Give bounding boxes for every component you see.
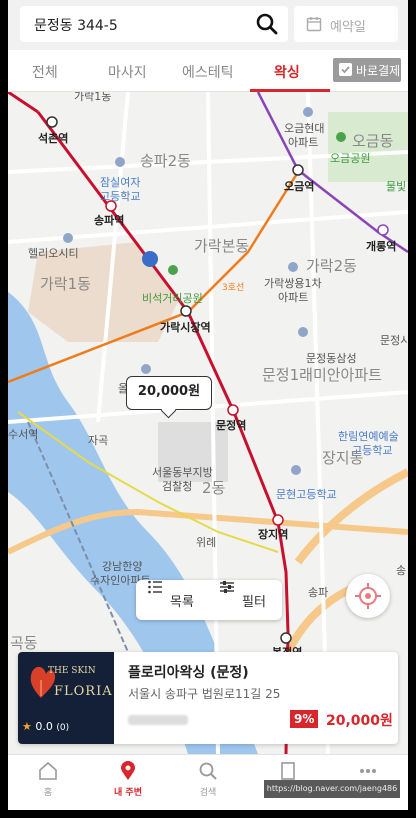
map-label: 가락1동 [74, 92, 112, 103]
map-label-station: 석촌역 [38, 132, 69, 145]
nav-home[interactable]: 홈 [18, 761, 78, 798]
document-icon [281, 762, 295, 780]
subway-line-gyeongui [8, 92, 39, 114]
map-label-station: 문정역 [216, 419, 247, 432]
map-label-district: 오금동 [352, 132, 394, 150]
map-label-station: 송파역 [94, 214, 125, 227]
instant-pay-toggle[interactable]: 바로결제 [333, 58, 401, 82]
map-label-ic: 위례 [196, 536, 217, 549]
map-label-poi: 검찰청 [162, 480, 193, 493]
nav-home-label: 홈 [43, 788, 53, 798]
filter-icon [220, 581, 234, 593]
map-label-poi: 문정시 [380, 334, 408, 347]
map-label-district: 가락2동 [306, 257, 357, 275]
map-label-poi: 송 [396, 564, 407, 577]
nav-nearby[interactable]: 내 주변 [98, 761, 158, 798]
search-input[interactable]: 문정동 344-5 [20, 6, 288, 42]
map-label-station: 오금역 [284, 180, 315, 193]
map-label-district: 가락본동 [194, 237, 250, 255]
list-filter-bar: 목록 필터 [136, 580, 282, 620]
map-label-district: 송파2동 [140, 152, 191, 170]
search-icon[interactable] [256, 13, 278, 35]
top-bar: 문정동 344-5 예약일 [8, 0, 408, 50]
map-label-park: 비석거리공원 [142, 292, 203, 305]
station-jangji [272, 514, 284, 526]
map-view[interactable]: 가락1동 석촌역 송파2동 잠실여자 고등학교 송파역 헬리오시티 가락1동 가… [8, 92, 408, 754]
calendar-icon [306, 17, 322, 32]
search-query: 문정동 344-5 [34, 18, 118, 34]
tab-all[interactable]: 전체 [32, 62, 58, 82]
shop-thumbnail: THE SKIN FLORIA ★ 0.0 (0) [18, 652, 114, 744]
shop-name: 플로리아왁싱 (문정) [128, 665, 249, 681]
map-price-marker[interactable]: 20,000원 [126, 376, 212, 410]
app-frame: 문정동 344-5 예약일 전체 마사지 에스테틱 왁싱 바로결제 가락1동 석… [8, 0, 408, 810]
map-label-district: 곡동 [10, 634, 38, 652]
map-label-station: 개롱역 [366, 240, 397, 253]
map-label-station: 수서역 [8, 428, 39, 441]
nav-search[interactable]: 검색 [178, 761, 238, 798]
map-label-poi: 고등학교 [100, 190, 141, 203]
map-label-poi: 헬리오시티 [28, 247, 79, 260]
map-label-park: 물빛 [386, 180, 407, 193]
station-gaerong [377, 224, 389, 236]
more-icon [360, 769, 376, 773]
map-label-station: 가락시장역 [160, 321, 211, 334]
crosshair-icon [355, 583, 381, 609]
rating-value: 0.0 [35, 720, 53, 733]
discount-badge: 9% [290, 710, 319, 728]
map-label-district: 2동 [202, 479, 226, 497]
route-marker-3 [142, 251, 158, 267]
map-label-poi: 아파트 [278, 291, 309, 304]
review-count: (0) [56, 723, 70, 733]
blurred-text [128, 715, 188, 725]
nav-search-label: 검색 [199, 788, 217, 798]
station-munjeong [227, 404, 239, 416]
map-label-park: 오금공원 [330, 152, 371, 165]
blog-watermark: https://blog.naver.com/jaeng486 [264, 780, 400, 798]
logo-text-main: FLORIA [54, 684, 113, 699]
list-button[interactable]: 목록 [170, 591, 194, 610]
logo-text-top: THE SKIN [48, 666, 96, 676]
map-label-poi: 문현고등학교 [276, 488, 337, 501]
map-label-ic: 자곡 [88, 434, 109, 447]
search-icon [199, 762, 217, 780]
date-picker-label: 예약일 [330, 20, 366, 35]
checkbox-icon [339, 63, 352, 76]
map-label-district: 문정1래미안아파트 [262, 366, 382, 384]
tab-massage[interactable]: 마사지 [108, 62, 147, 82]
map-label-station: 장지역 [258, 528, 289, 541]
current-location-button[interactable] [346, 574, 390, 618]
station-ogeum [292, 164, 304, 176]
map-label-poi: 아파트 [288, 136, 319, 149]
location-pin-icon [121, 761, 135, 780]
shop-price: 20,000원 [326, 713, 393, 729]
map-label-district: 장지동 [322, 449, 364, 467]
star-icon: ★ [22, 720, 32, 733]
shop-card[interactable]: THE SKIN FLORIA ★ 0.0 (0) 플로리아왁싱 (문정) 서울… [18, 652, 398, 744]
map-label-line: 3호선 [222, 283, 245, 293]
home-icon [39, 761, 57, 780]
tab-waxing[interactable]: 왁싱 [274, 62, 300, 82]
instant-pay-label: 바로결제 [356, 64, 401, 78]
shop-address: 서울시 송파구 법원로11길 25 [128, 687, 281, 701]
map-label-district: 가락1동 [40, 275, 91, 293]
reservation-date-picker[interactable]: 예약일 [294, 6, 398, 42]
shop-rating: ★ 0.0 (0) [22, 720, 69, 733]
map-label-ic: 송파 [308, 586, 329, 599]
station-seokchon [46, 116, 58, 128]
filter-button[interactable]: 필터 [242, 591, 266, 610]
station-garak-market [180, 305, 192, 317]
nav-nearby-label: 내 주변 [114, 788, 142, 798]
tab-esthetic[interactable]: 에스테틱 [182, 62, 234, 82]
station-bokjeong [280, 632, 292, 644]
category-tabs: 전체 마사지 에스테틱 왁싱 바로결제 [8, 50, 408, 92]
list-icon [148, 580, 162, 594]
